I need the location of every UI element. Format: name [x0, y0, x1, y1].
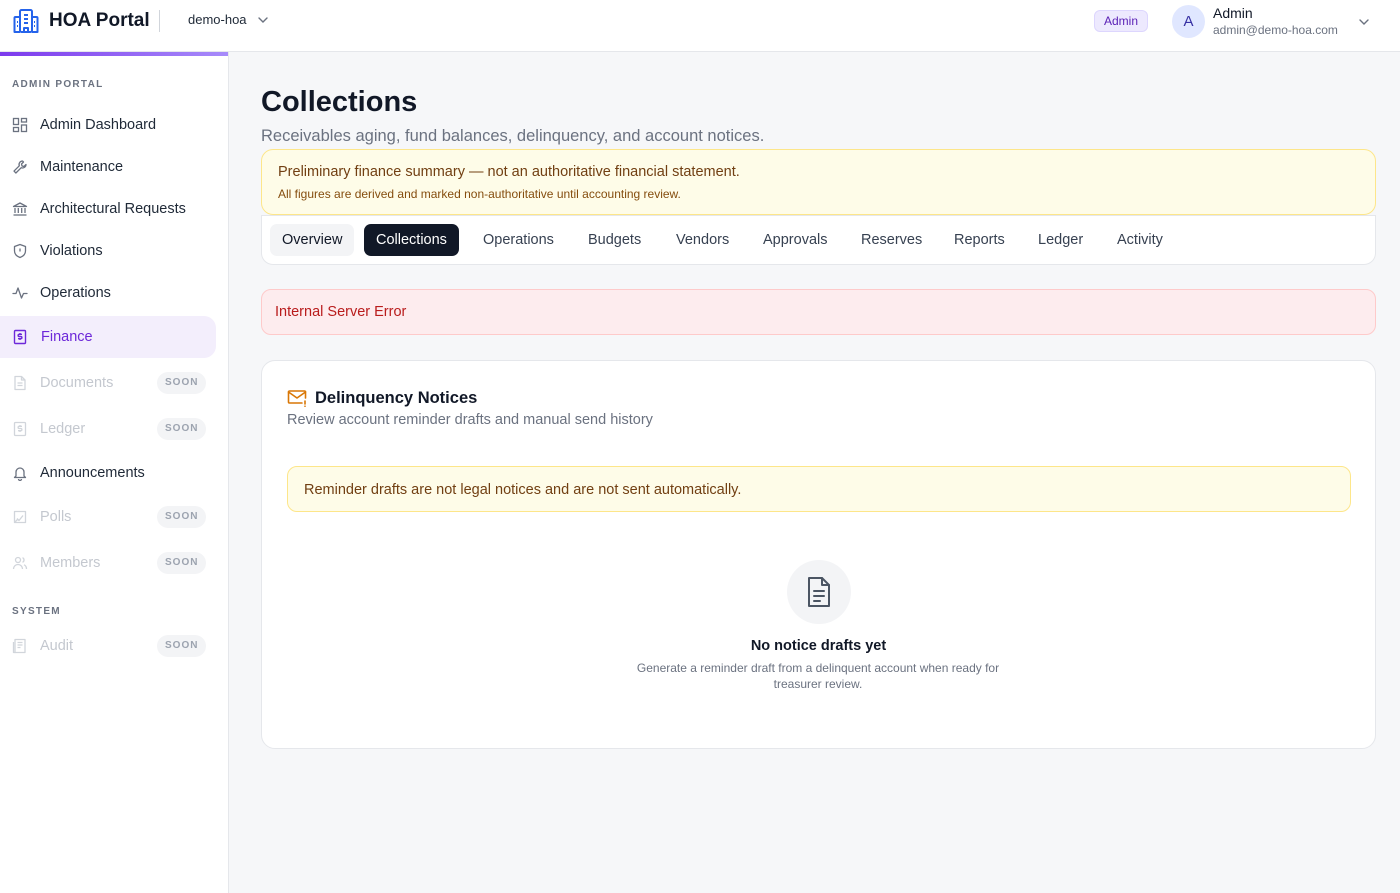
tab-reports[interactable]: Reports: [942, 224, 1017, 256]
sidebar-item-admin-dashboard[interactable]: Admin Dashboard: [0, 104, 216, 146]
sidebar-item-label: Finance: [41, 329, 93, 345]
sidebar-item-architectural-requests[interactable]: Architectural Requests: [0, 188, 216, 230]
section-label-admin-portal: ADMIN PORTAL: [12, 79, 104, 90]
ledger-icon: [13, 421, 27, 437]
sidebar-item-label: Architectural Requests: [40, 201, 186, 217]
chevron-down-icon: [1359, 19, 1369, 25]
tab-activity[interactable]: Activity: [1105, 224, 1175, 256]
reminder-warning: Reminder drafts are not legal notices an…: [287, 466, 1351, 512]
page-title: Collections: [261, 86, 418, 118]
sidebar-item-label: Operations: [40, 285, 111, 301]
sidebar-item-audit[interactable]: Audit SOON: [0, 625, 216, 667]
tab-overview[interactable]: Overview: [270, 224, 355, 256]
sidebar-item-operations[interactable]: Operations: [0, 272, 216, 314]
user-email: admin@demo-hoa.com: [1213, 23, 1338, 37]
sidebar-item-finance[interactable]: Finance: [0, 316, 216, 358]
section-label-system: SYSTEM: [12, 606, 61, 617]
top-bar: HOA Portal demo-hoa Admin A Admin admin@…: [0, 0, 1400, 52]
sidebar-item-label: Maintenance: [40, 159, 124, 175]
sidebar-item-label: Documents: [40, 375, 114, 391]
chevron-down-icon: [257, 16, 268, 23]
sidebar-item-ledger[interactable]: Ledger SOON: [0, 408, 216, 450]
finance-disclaimer-banner: Preliminary finance summary — not an aut…: [261, 149, 1376, 215]
tab-reserves[interactable]: Reserves: [849, 224, 934, 256]
tab-approvals[interactable]: Approvals: [751, 224, 839, 256]
bell-icon: [13, 467, 27, 481]
card-subtitle: Review account reminder drafts and manua…: [287, 412, 653, 428]
sidebar-item-label: Members: [40, 555, 101, 571]
sidebar-item-label: Violations: [40, 243, 103, 259]
tab-ledger[interactable]: Ledger: [1026, 224, 1095, 256]
sidebar-item-maintenance[interactable]: Maintenance: [0, 146, 216, 188]
grid-icon: [12, 117, 28, 133]
delinquency-notices-card: Delinquency Notices Review account remin…: [261, 360, 1376, 749]
activity-icon: [12, 287, 28, 299]
sidebar: ADMIN PORTAL Admin Dashboard Maintenance…: [0, 52, 229, 893]
tab-operations[interactable]: Operations: [471, 224, 566, 256]
role-badge: Admin: [1094, 10, 1149, 32]
tab-vendors[interactable]: Vendors: [664, 224, 741, 256]
org-switcher[interactable]: demo-hoa: [188, 12, 269, 27]
shield-icon: [13, 243, 27, 259]
tab-collections[interactable]: Collections: [364, 224, 459, 256]
wrench-icon: [13, 160, 27, 174]
empty-state-title: No notice drafts yet: [750, 638, 887, 654]
soon-badge: SOON: [157, 372, 207, 394]
soon-badge: SOON: [157, 418, 207, 440]
receipt-dollar-icon: [13, 329, 27, 345]
banner-subtitle: All figures are derived and marked non-a…: [278, 187, 681, 201]
sidebar-item-documents[interactable]: Documents SOON: [0, 362, 216, 404]
sidebar-item-label: Announcements: [40, 465, 145, 481]
sidebar-item-polls[interactable]: Polls SOON: [0, 496, 216, 538]
empty-state-icon: [787, 560, 851, 624]
reminder-warning-text: Reminder drafts are not legal notices an…: [304, 482, 742, 498]
header-divider: [159, 10, 160, 32]
sidebar-item-members[interactable]: Members SOON: [0, 542, 216, 584]
sidebar-item-label: Ledger: [40, 421, 86, 437]
banner-title: Preliminary finance summary — not an aut…: [278, 164, 740, 180]
mail-alert-icon: [287, 390, 307, 407]
poll-icon: [13, 510, 27, 524]
users-icon: [12, 556, 28, 570]
finance-tabs: Overview Collections Operations Budgets …: [261, 215, 1376, 265]
sidebar-accent-bar: [0, 52, 228, 56]
brand[interactable]: HOA Portal: [12, 8, 150, 34]
app-title: HOA Portal: [49, 10, 150, 31]
card-title: Delinquency Notices: [315, 389, 478, 407]
user-name: Admin: [1213, 5, 1253, 21]
document-icon: [808, 577, 830, 607]
soon-badge: SOON: [157, 506, 207, 528]
sidebar-item-label: Polls: [40, 509, 72, 525]
avatar: A: [1172, 5, 1205, 38]
tab-budgets[interactable]: Budgets: [576, 224, 653, 256]
sidebar-item-violations[interactable]: Violations: [0, 230, 216, 272]
sidebar-item-announcements[interactable]: Announcements: [0, 452, 216, 494]
empty-state-description: Generate a reminder draft from a delinqu…: [636, 661, 1000, 691]
soon-badge: SOON: [157, 552, 207, 574]
sidebar-item-label: Admin Dashboard: [40, 117, 157, 133]
org-name: demo-hoa: [188, 12, 247, 27]
audit-icon: [12, 638, 26, 654]
document-icon: [14, 375, 26, 391]
user-menu[interactable]: A Admin admin@demo-hoa.com: [1172, 5, 1378, 39]
error-alert: Internal Server Error: [261, 289, 1376, 335]
page-subtitle: Receivables aging, fund balances, delinq…: [261, 127, 765, 145]
building-columns-icon: [12, 202, 28, 216]
sidebar-item-label: Audit: [40, 638, 74, 654]
building-icon: [12, 7, 40, 35]
soon-badge: SOON: [157, 635, 207, 657]
error-message: Internal Server Error: [275, 304, 407, 320]
